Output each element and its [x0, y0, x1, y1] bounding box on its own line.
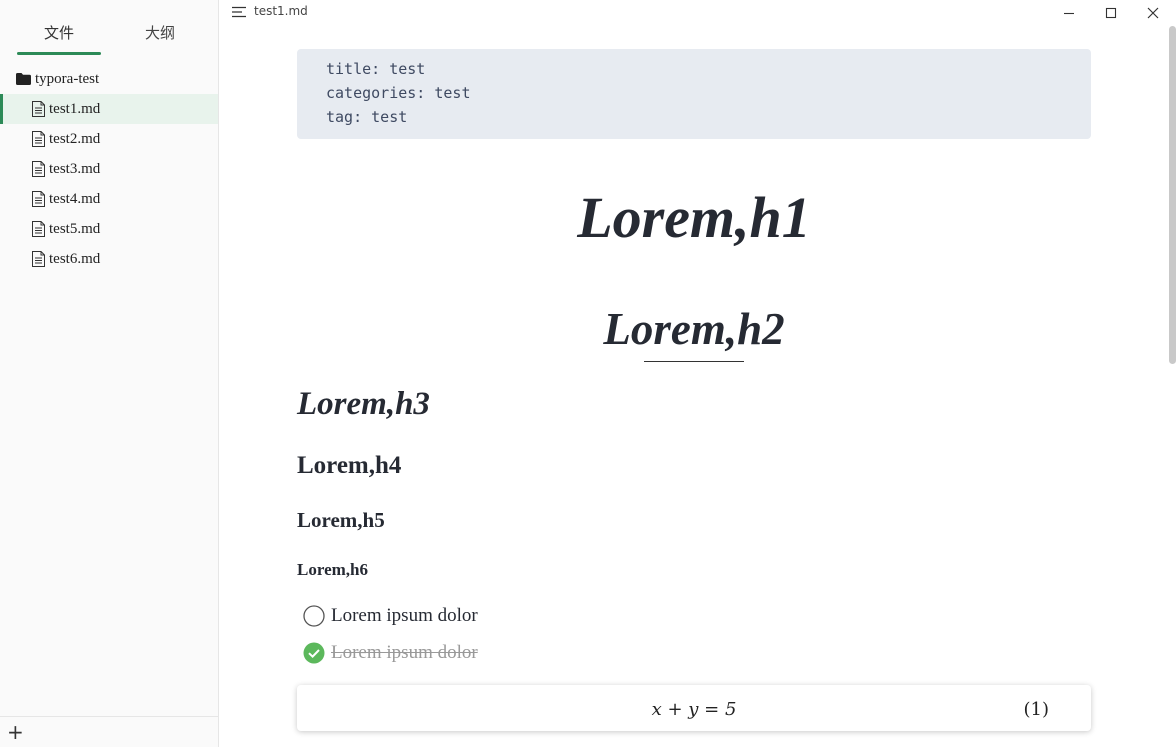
equation-number: (1) — [1023, 699, 1050, 720]
file-icon — [32, 161, 45, 177]
file-icon — [32, 191, 45, 207]
heading-2: Lorem,h2 — [603, 304, 785, 354]
file-label: test5.md — [49, 221, 101, 237]
folder-typora-test[interactable]: typora-test — [0, 64, 218, 94]
active-tab-indicator — [17, 52, 101, 55]
heading-1: Lorem,h1 — [577, 185, 811, 250]
task-item-checked: Lorem ipsum dolor — [303, 641, 478, 665]
sidebar-footer: + — [0, 716, 218, 747]
file-label: test6.md — [49, 251, 101, 267]
sidebar-tabs: 文件 大纲 — [0, 0, 218, 56]
file-item-test4[interactable]: test4.md — [0, 184, 218, 214]
file-label: test4.md — [49, 191, 101, 207]
task-text: Lorem ipsum dolor — [331, 642, 478, 663]
tab-files[interactable]: 文件 — [9, 22, 109, 43]
heading-4: Lorem,h4 — [297, 452, 402, 479]
heading-6: Lorem,h6 — [297, 560, 368, 579]
file-icon — [32, 221, 45, 237]
checked-checkbox-icon[interactable] — [303, 642, 325, 664]
file-icon — [32, 101, 45, 117]
front-matter-block[interactable]: title: test categories: test tag: test — [297, 49, 1091, 139]
math-expression: x + y = 5 — [651, 699, 737, 720]
vertical-scrollbar[interactable] — [1169, 26, 1176, 364]
task-text: Lorem ipsum dolor — [331, 605, 478, 626]
heading-3: Lorem,h3 — [297, 386, 430, 422]
file-item-test2[interactable]: test2.md — [0, 124, 218, 154]
folder-icon — [16, 73, 31, 85]
add-file-button[interactable]: + — [7, 721, 24, 743]
task-item-unchecked: Lorem ipsum dolor — [303, 604, 478, 628]
tab-outline[interactable]: 大纲 — [110, 22, 210, 43]
file-label: test3.md — [49, 161, 101, 177]
document-title: test1.md — [254, 4, 308, 18]
unchecked-checkbox-icon[interactable] — [303, 605, 325, 627]
close-icon[interactable] — [1146, 6, 1160, 20]
file-item-test5[interactable]: test5.md — [0, 214, 218, 244]
front-matter-line: title: test — [326, 60, 426, 78]
file-item-test6[interactable]: test6.md — [0, 244, 218, 274]
folder-label: typora-test — [35, 71, 100, 87]
file-item-test1[interactable]: test1.md — [0, 94, 218, 124]
maximize-icon[interactable] — [1104, 6, 1118, 20]
sidebar: 文件 大纲 typora-test test1.md test2.md test… — [0, 0, 219, 747]
file-label: test1.md — [49, 101, 101, 117]
front-matter-line: tag: test — [326, 108, 408, 126]
math-block[interactable]: x + y = 5 (1) — [297, 685, 1091, 731]
file-label: test2.md — [49, 131, 101, 147]
heading-2-underline — [644, 361, 744, 362]
file-item-test3[interactable]: test3.md — [0, 154, 218, 184]
file-icon — [32, 251, 45, 267]
title-bar: test1.md — [220, 0, 1176, 26]
heading-5: Lorem,h5 — [297, 508, 385, 532]
menu-icon[interactable] — [232, 6, 247, 18]
file-icon — [32, 131, 45, 147]
front-matter-line: categories: test — [326, 84, 471, 102]
file-tree: typora-test test1.md test2.md test3.md t… — [0, 64, 218, 274]
minimize-icon[interactable] — [1062, 6, 1076, 20]
